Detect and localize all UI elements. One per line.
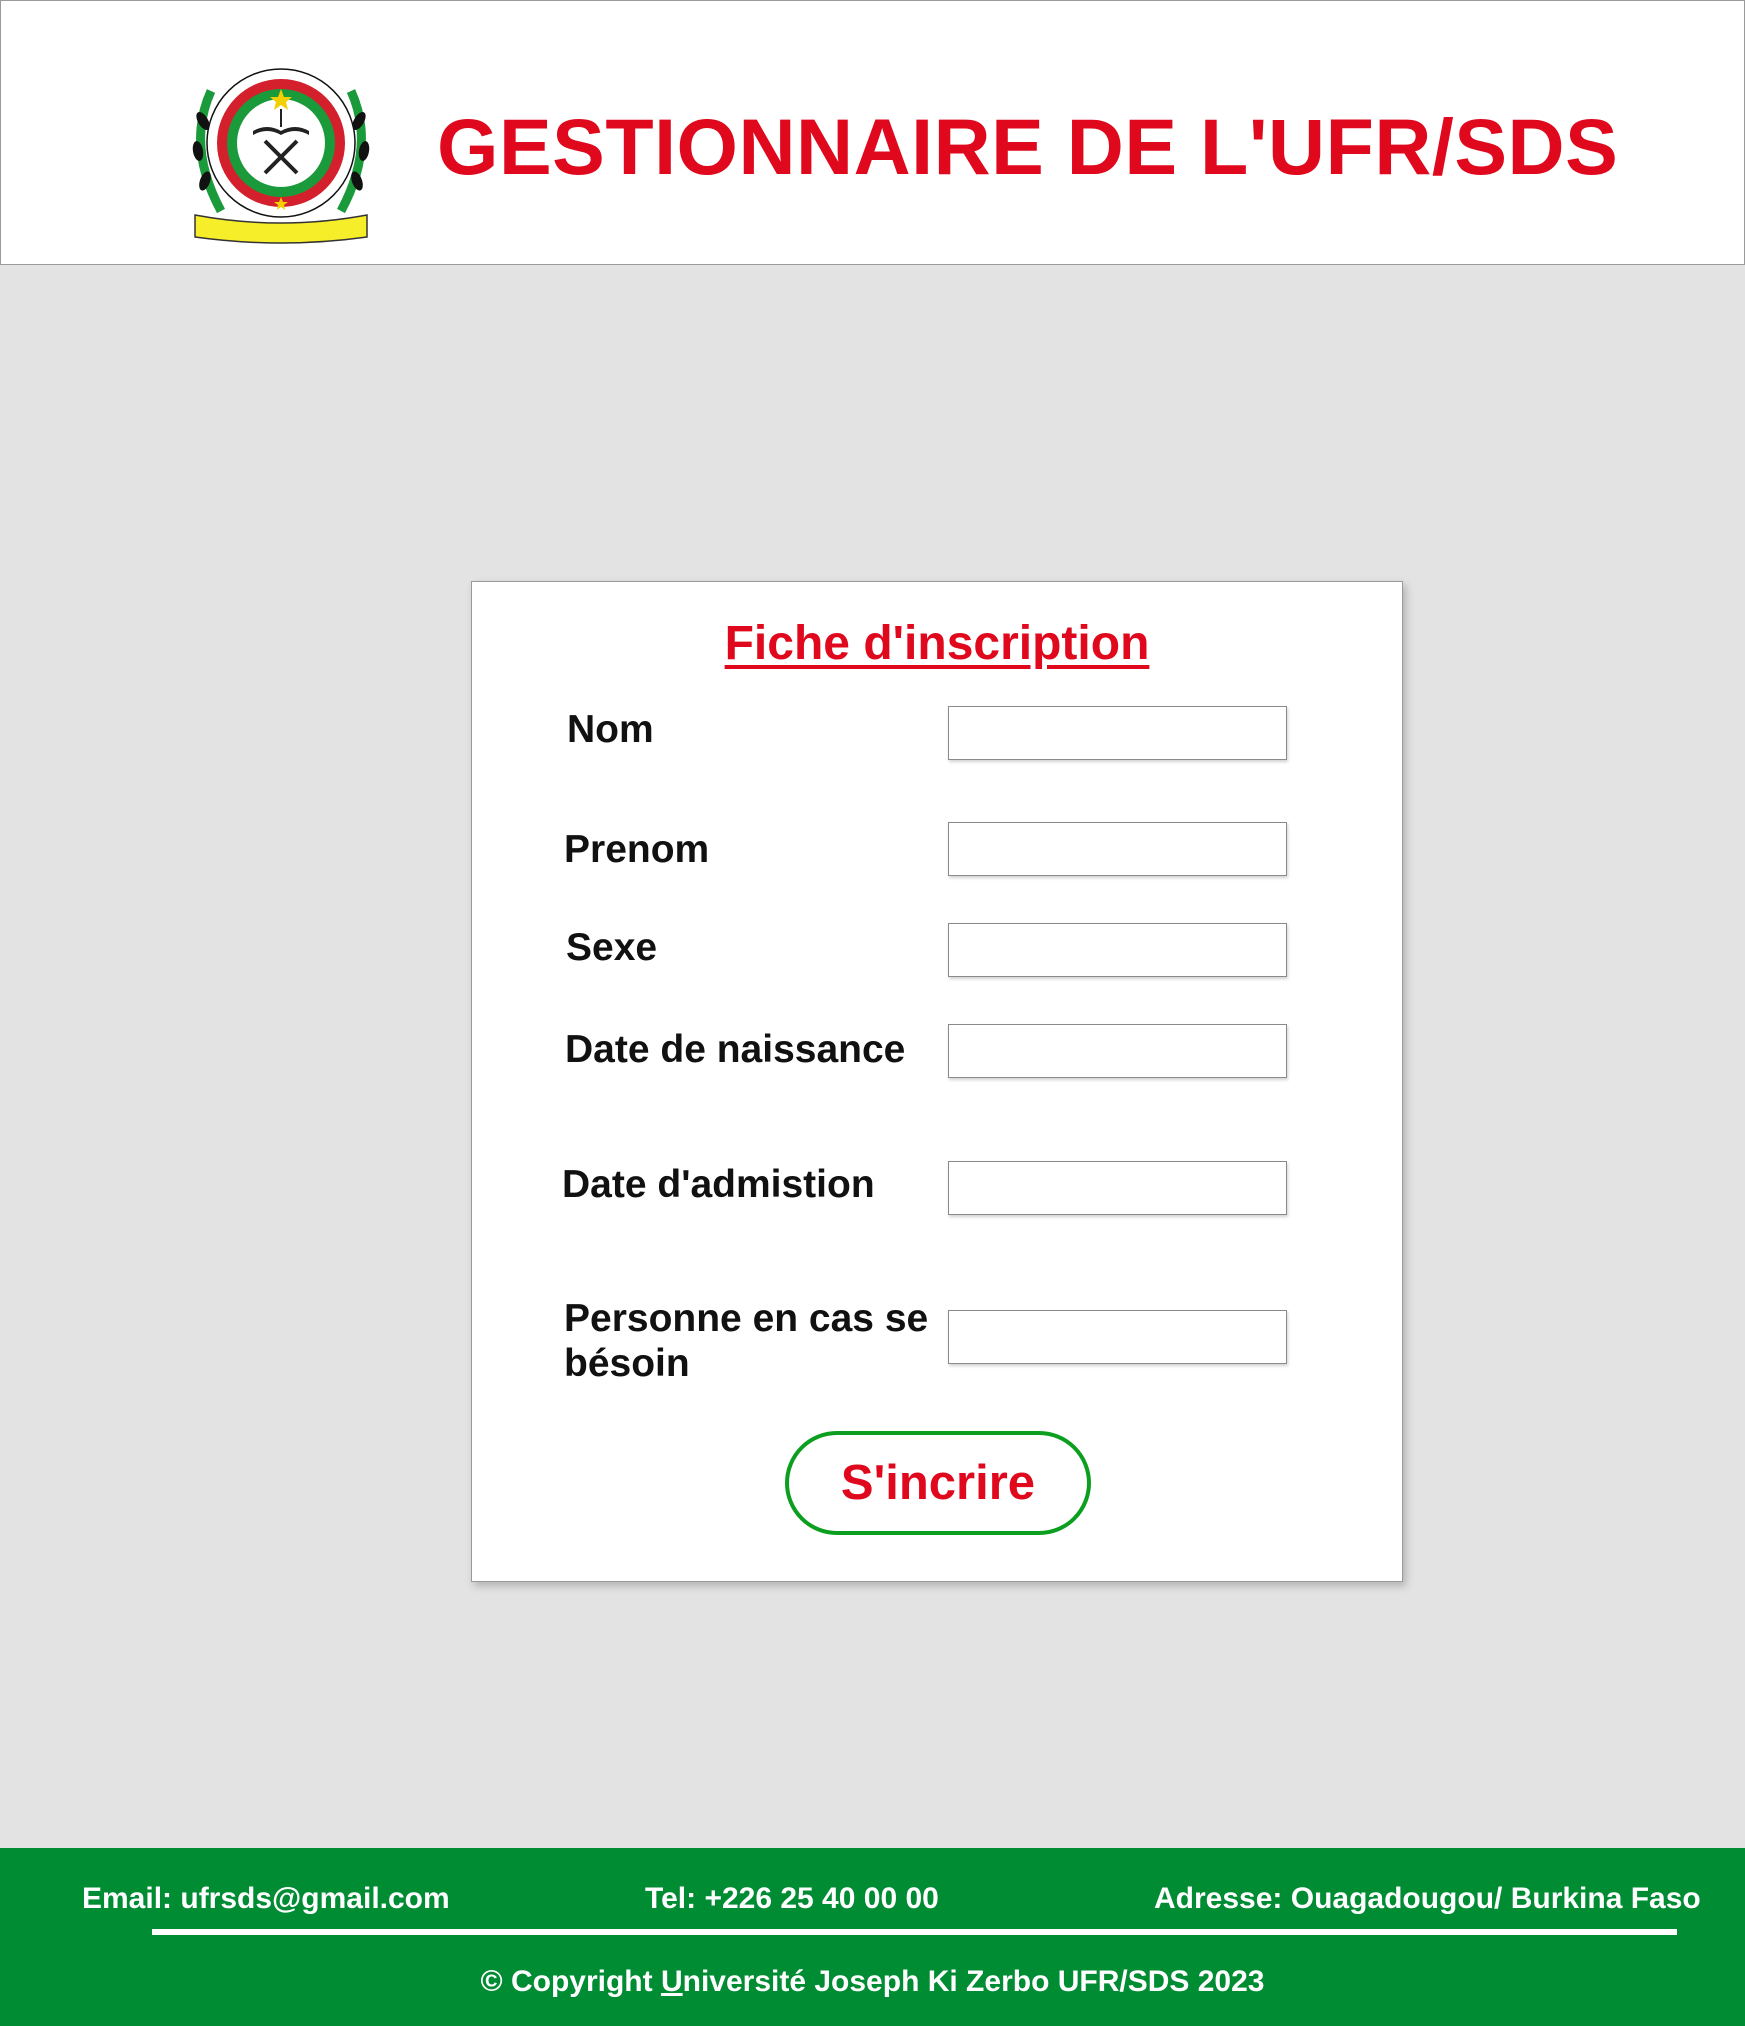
copyright-underlined-letter: U (660, 1965, 683, 1998)
app-header: GESTIONNAIRE DE L'UFR/SDS (0, 0, 1745, 265)
university-seal-logo (192, 68, 370, 244)
date-admission-label: Date d'admistion (562, 1163, 875, 1206)
prenom-input[interactable] (948, 822, 1287, 876)
copyright-rest: niversité Joseph Ki Zerbo UFR/SDS 2023 (682, 1965, 1265, 1998)
footer-copyright: © Copyright Université Joseph Ki Zerbo U… (0, 1965, 1745, 1999)
nom-input[interactable] (948, 706, 1287, 760)
personne-besoin-input[interactable] (948, 1310, 1287, 1364)
date-naissance-label: Date de naissance (565, 1028, 906, 1071)
nom-label: Nom (567, 708, 654, 751)
sexe-input[interactable] (948, 923, 1287, 977)
registration-form-card: Fiche d'inscription Nom Prenom Sexe Date… (471, 581, 1403, 1582)
copyright-prefix: © Copyright (480, 1965, 661, 1998)
date-naissance-input[interactable] (948, 1024, 1287, 1078)
sinscrire-button[interactable]: S'incrire (785, 1431, 1091, 1535)
footer-tel: Tel: +226 25 40 00 00 (645, 1882, 939, 1915)
form-title: Fiche d'inscription (724, 617, 1150, 670)
footer-email: Email: ufrsds@gmail.com (82, 1882, 450, 1915)
sexe-label: Sexe (566, 926, 658, 969)
prenom-label: Prenom (564, 828, 710, 871)
personne-besoin-label-line1: Personne en cas se (564, 1297, 929, 1340)
app-title: GESTIONNAIRE DE L'UFR/SDS (437, 102, 1619, 191)
personne-besoin-label-line2: bésoin (564, 1342, 690, 1385)
footer-address: Adresse: Ouagadougou/ Burkina Faso (1154, 1882, 1701, 1915)
footer-divider (152, 1929, 1677, 1935)
date-admission-input[interactable] (948, 1161, 1287, 1215)
footer: Email: ufrsds@gmail.com Tel: +226 25 40 … (0, 1848, 1745, 2026)
